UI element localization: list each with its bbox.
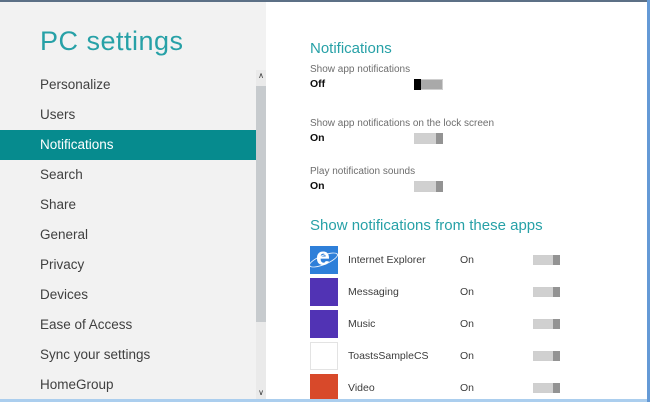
messaging-toggle[interactable] [533, 287, 560, 297]
panel-heading: Notifications [310, 40, 392, 57]
scroll-up-icon[interactable]: ∧ [256, 70, 266, 81]
messaging-tile-icon [310, 278, 338, 306]
sidebar-item-personalize[interactable]: Personalize [0, 70, 256, 100]
app-toggle-value: On [460, 254, 475, 266]
sidebar-item-notifications[interactable]: Notifications [0, 130, 256, 160]
toggle-thumb[interactable] [436, 132, 443, 144]
app-toggle-value: On [460, 286, 475, 298]
internet-explorer-toggle[interactable] [533, 255, 560, 265]
notifications-panel: Notifications Show app notifications Off S… [266, 2, 647, 402]
toggle-thumb[interactable] [553, 255, 560, 265]
sidebar-item-homegroup[interactable]: HomeGroup [0, 370, 256, 400]
app-name: ToastsSampleCS [348, 350, 429, 362]
toggle-thumb[interactable] [553, 287, 560, 297]
music-tile-icon [310, 310, 338, 338]
toggle-thumb[interactable] [553, 319, 560, 329]
sidebar-item-general[interactable]: General [0, 220, 256, 250]
sidebar-item-privacy[interactable]: Privacy [0, 250, 256, 280]
window-border-top [0, 0, 650, 2]
scrollbar-thumb[interactable] [256, 86, 266, 322]
toastssamplecs-toggle[interactable] [533, 351, 560, 361]
toggle-thumb[interactable] [414, 78, 421, 90]
toggle-thumb[interactable] [436, 180, 443, 192]
sidebar-item-sync-your-settings[interactable]: Sync your settings [0, 340, 256, 370]
setting-group-show-app-notifications: Show app notifications Off [310, 64, 630, 90]
toggle-thumb[interactable] [553, 383, 560, 393]
app-row-music: Music On [310, 310, 640, 342]
sidebar-item-devices[interactable]: Devices [0, 280, 256, 310]
app-row-internet-explorer: e Internet Explorer On [310, 246, 640, 278]
page-title: PC settings [40, 26, 184, 56]
app-toggle-value: On [460, 350, 475, 362]
app-toggle-value: On [460, 318, 475, 330]
sidebar: PC settings Personalize Users Notification… [0, 2, 266, 402]
app-row-video: Video On [310, 374, 640, 402]
apps-list: e Internet Explorer On Messaging On Music On To… [310, 246, 640, 402]
app-toggle-value: On [460, 382, 475, 394]
setting-value: On [310, 132, 325, 144]
setting-value: Off [310, 78, 326, 90]
toggle-thumb[interactable] [553, 351, 560, 361]
scroll-down-icon[interactable]: ∨ [256, 387, 266, 398]
app-name: Internet Explorer [348, 254, 426, 266]
sidebar-item-ease-of-access[interactable]: Ease of Access [0, 310, 256, 340]
show-app-notifications-on-the-lock-screen-toggle[interactable] [414, 132, 443, 144]
internet-explorer-logo-icon: e [310, 246, 338, 274]
sidebar-item-users[interactable]: Users [0, 100, 256, 130]
setting-label: Play notification sounds [310, 166, 416, 177]
pc-settings-window: PC settings Personalize Users Notification… [0, 0, 650, 402]
setting-label: Show app notifications [310, 64, 411, 75]
sidebar-scrollbar[interactable]: ∧ ∨ [256, 70, 266, 399]
play-notification-sounds-toggle[interactable] [414, 180, 443, 192]
sidebar-item-share[interactable]: Share [0, 190, 256, 220]
apps-section-heading: Show notifications from these apps [310, 217, 543, 234]
setting-label: Show app notifications on the lock scree… [310, 118, 494, 129]
app-name: Video [348, 382, 375, 394]
app-row-toastssamplecs: ToastsSampleCS On [310, 342, 640, 374]
setting-group-show-app-notifications-on-the-lock-screen: Show app notifications on the lock scree… [310, 118, 630, 144]
video-tile-icon [310, 374, 338, 402]
setting-value: On [310, 180, 325, 192]
setting-group-play-notification-sounds: Play notification sounds On [310, 166, 630, 192]
show-app-notifications-toggle[interactable] [414, 78, 443, 90]
app-name: Music [348, 318, 376, 330]
app-row-messaging: Messaging On [310, 278, 640, 310]
sidebar-item-search[interactable]: Search [0, 160, 256, 190]
app-name: Messaging [348, 286, 399, 298]
video-toggle[interactable] [533, 383, 560, 393]
sidebar-nav: Personalize Users Notifications Search Share… [0, 70, 256, 400]
music-toggle[interactable] [533, 319, 560, 329]
toastssamplecs-tile-icon [310, 342, 338, 370]
